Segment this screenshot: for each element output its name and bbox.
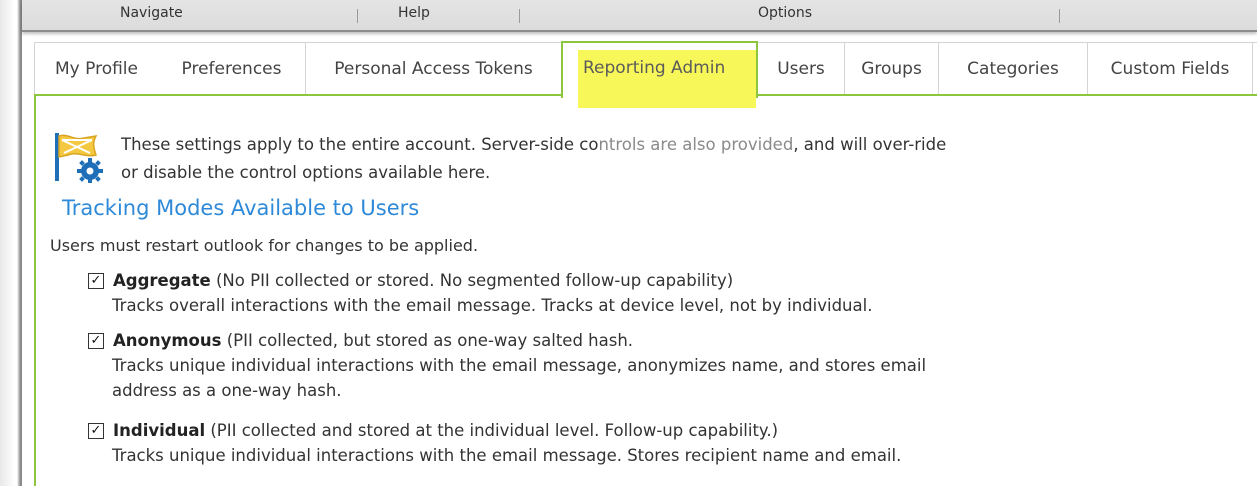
individual-checkbox[interactable]: ✓	[88, 422, 104, 439]
intro-text: These settings apply to the entire accou…	[121, 135, 947, 182]
mode-name: Anonymous	[113, 331, 222, 350]
mode-anonymous: ✓ Anonymous (PII collected, but stored a…	[88, 328, 1088, 403]
menu-separator	[357, 9, 358, 23]
tab-preferences[interactable]: Preferences	[158, 43, 306, 94]
tab-personal-access-tokens[interactable]: Personal Access Tokens	[306, 43, 562, 94]
aggregate-checkbox[interactable]: ✓	[88, 272, 104, 289]
tab-groups[interactable]: Groups	[845, 43, 939, 94]
tab-my-profile[interactable]: My Profile	[34, 43, 159, 94]
menu-help[interactable]: Help	[398, 5, 430, 21]
window-frame-left	[0, 0, 22, 486]
menu-navigate[interactable]: Navigate	[120, 5, 183, 21]
tab-users[interactable]: Users	[758, 43, 845, 94]
restart-note: Users must restart outlook for changes t…	[50, 236, 479, 255]
mode-individual: ✓ Individual (PII collected and stored a…	[88, 418, 1088, 468]
flag-gear-icon	[52, 131, 104, 183]
mode-name: Individual	[113, 421, 206, 440]
menu-separator	[1059, 9, 1060, 23]
menu-options[interactable]: Options	[758, 5, 812, 21]
tab-custom-fields[interactable]: Custom Fields	[1088, 43, 1253, 94]
mode-aggregate: ✓ Aggregate (No PII collected or stored.…	[88, 268, 1088, 318]
tab-categories[interactable]: Categories	[939, 43, 1088, 94]
section-title: Tracking Modes Available to Users	[62, 196, 420, 220]
menu-separator	[519, 9, 520, 23]
menu-bar: Navigate Help Options	[22, 0, 1257, 32]
mode-name: Aggregate	[113, 271, 211, 290]
anonymous-checkbox[interactable]: ✓	[88, 332, 104, 349]
tab-reporting-admin-label: Reporting Admin	[583, 58, 726, 78]
